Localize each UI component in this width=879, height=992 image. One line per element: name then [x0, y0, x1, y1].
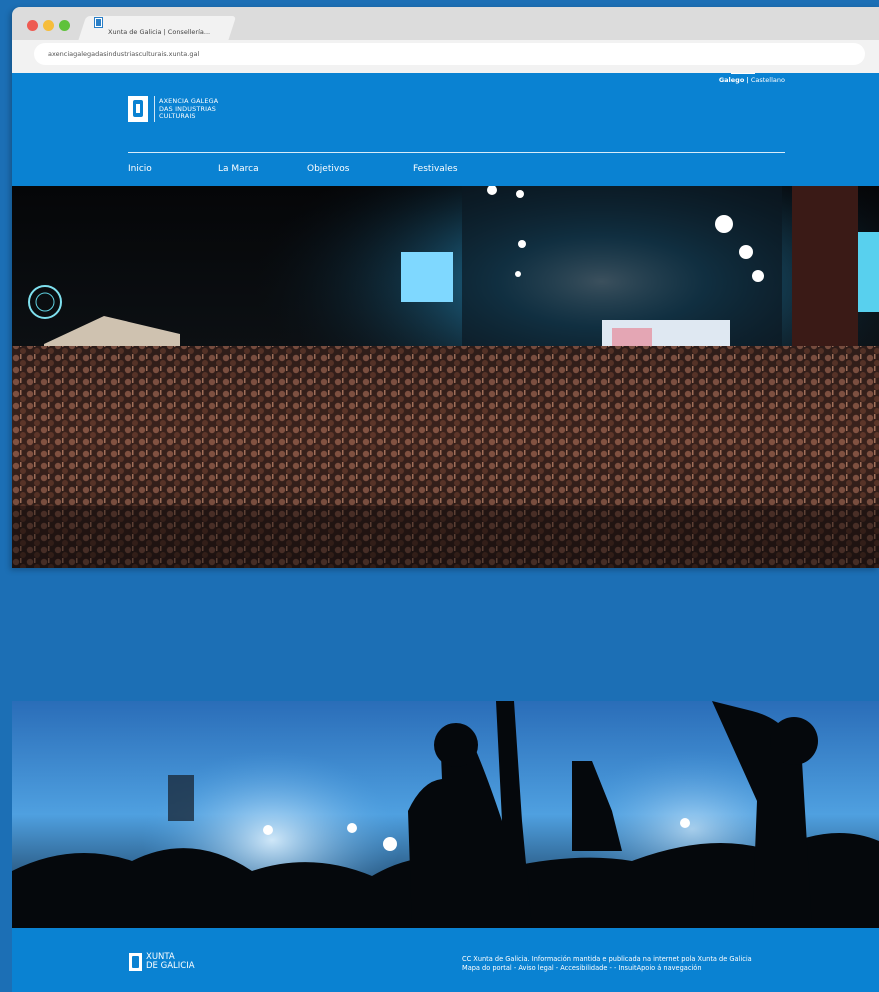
concert-silhouette-photo	[12, 701, 879, 928]
xunta-logo-line-2: DE GALICIA	[146, 961, 195, 971]
footer-copyright: CC Xunta de Galicia. Información mantida…	[462, 955, 752, 963]
browser-tab-content[interactable]: Xunta de Galicia | Consellería...	[92, 16, 232, 40]
hero-concert-photo	[12, 186, 879, 568]
language-castellano-link[interactable]: Castellano	[751, 76, 785, 84]
language-galego-link[interactable]: Galego	[719, 76, 744, 84]
site-header: Galego | Castellano AXENCIA GALEGA DAS I…	[12, 73, 879, 186]
minimize-window-button[interactable]	[43, 20, 54, 31]
nav-item-festivales[interactable]: Festivales	[413, 164, 458, 174]
nav-item-objetivos[interactable]: Objetivos	[307, 164, 349, 174]
footer-links[interactable]: Mapa do portal - Aviso legal - Accesibil…	[462, 964, 752, 973]
browser-tab-bar: Xunta de Galicia | Consellería...	[12, 7, 879, 42]
logo-divider	[154, 96, 155, 122]
browser-address-bar: axenciagalegadasindustriasculturais.xunt…	[12, 40, 879, 73]
language-switcher: Galego | Castellano	[719, 76, 785, 84]
agadic-logo-text[interactable]: AXENCIA GALEGA DAS INDUSTRIAS CULTURAIS	[159, 97, 218, 121]
close-window-button[interactable]	[27, 20, 38, 31]
nav-item-la-marca[interactable]: La Marca	[218, 164, 259, 174]
xunta-emblem-icon[interactable]	[129, 953, 142, 971]
maximize-window-button[interactable]	[59, 20, 70, 31]
galicia-emblem-icon[interactable]	[128, 96, 148, 122]
browser-tab-title: Xunta de Galicia | Consellería...	[108, 28, 211, 36]
logo-line-3: CULTURAIS	[159, 112, 196, 120]
nav-item-inicio[interactable]: Inicio	[128, 164, 152, 174]
footer-panel: XUNTA DE GALICIA CC Xunta de Galicia. In…	[12, 701, 879, 992]
url-input[interactable]: axenciagalegadasindustriasculturais.xunt…	[34, 43, 865, 65]
footer-legal-text: CC Xunta de Galicia. Información mantida…	[462, 955, 752, 973]
browser-window: Xunta de Galicia | Consellería... axenci…	[12, 7, 879, 568]
concert-crowd-image	[12, 186, 879, 568]
language-separator: |	[746, 76, 749, 84]
language-underline	[731, 73, 755, 74]
concert-silhouette-image	[12, 701, 879, 928]
xunta-favicon-icon	[94, 17, 103, 28]
xunta-logo-text[interactable]: XUNTA DE GALICIA	[146, 953, 195, 971]
nav-divider	[128, 152, 785, 153]
